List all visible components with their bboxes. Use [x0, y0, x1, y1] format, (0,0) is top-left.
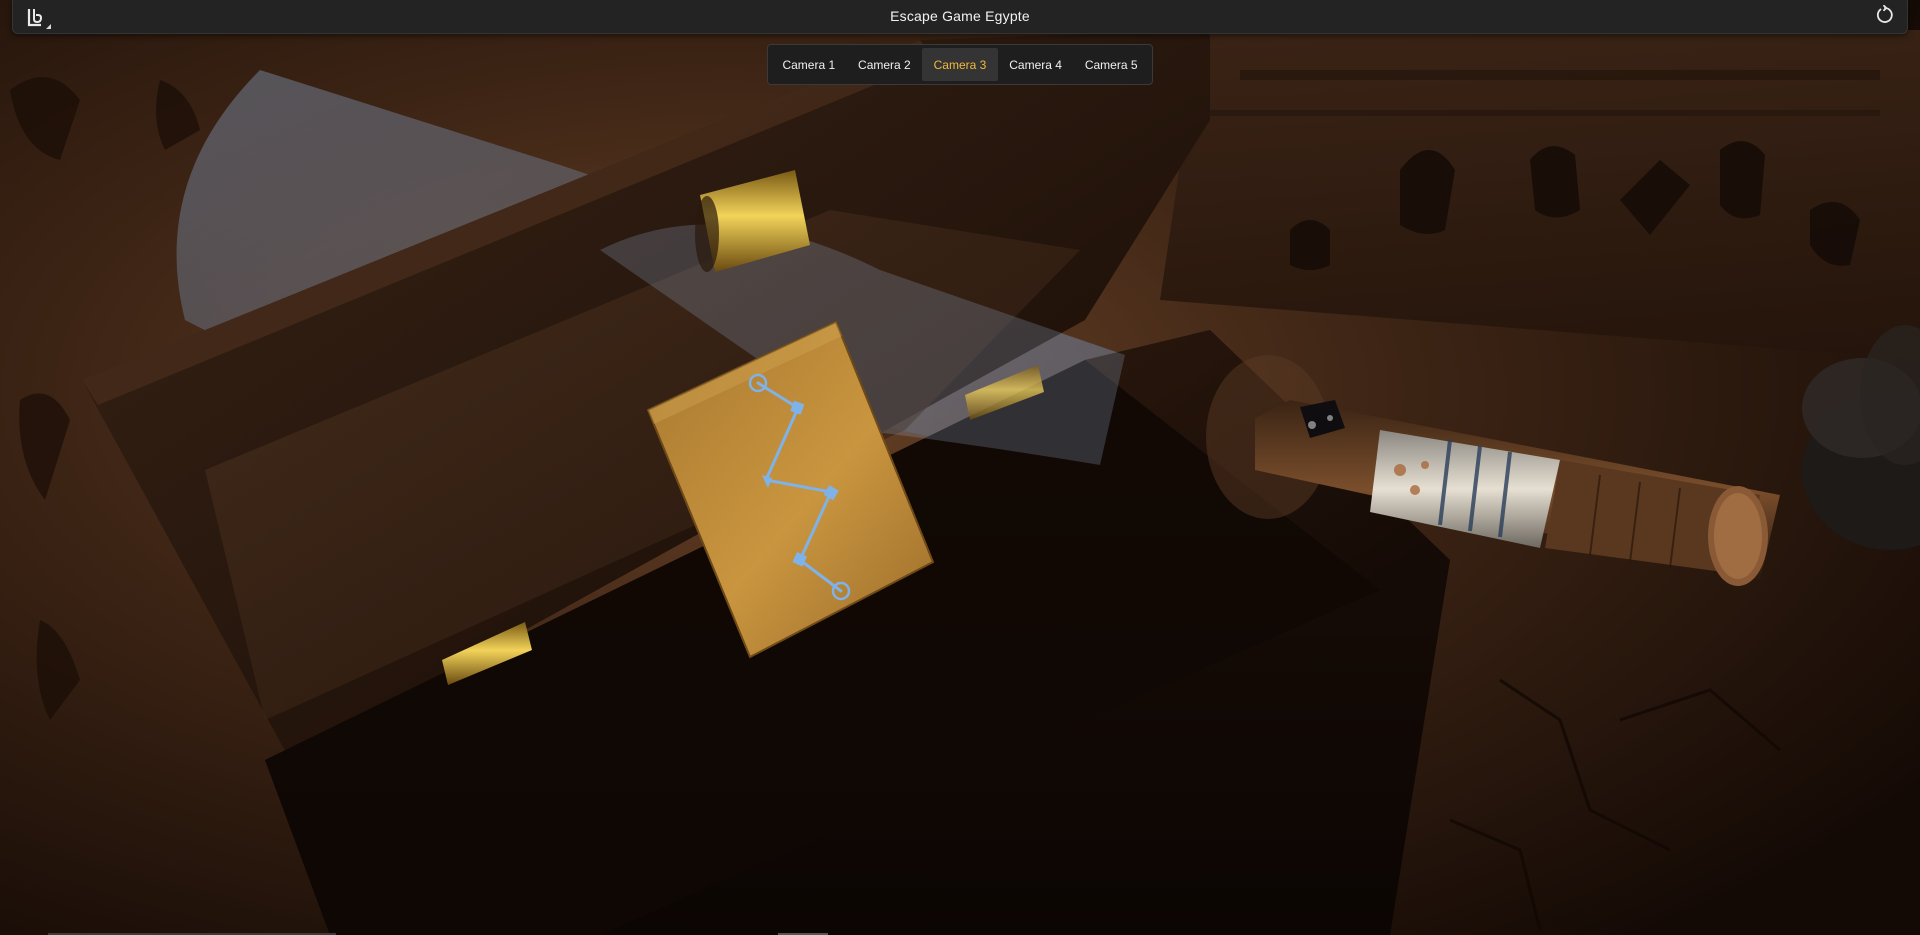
tab-camera-2[interactable]: Camera 2: [847, 48, 923, 81]
camera-selector: Camera 1 Camera 2 Camera 3 Camera 4 Came…: [767, 44, 1153, 85]
top-bar: Escape Game Egypte: [12, 0, 1908, 34]
scene-svg: [0, 0, 1920, 935]
tab-camera-1[interactable]: Camera 1: [771, 48, 847, 81]
tab-camera-3[interactable]: Camera 3: [922, 48, 998, 81]
game-viewport: Escape Game Egypte Camera 1 Camera 2 Cam…: [0, 0, 1920, 935]
reset-view-button[interactable]: [1873, 4, 1897, 30]
tab-camera-5[interactable]: Camera 5: [1073, 48, 1149, 81]
rotate-ccw-icon: [1875, 4, 1895, 30]
scene-canvas[interactable]: [0, 0, 1920, 935]
tab-camera-4[interactable]: Camera 4: [998, 48, 1074, 81]
app-title: Escape Game Egypte: [890, 8, 1030, 24]
